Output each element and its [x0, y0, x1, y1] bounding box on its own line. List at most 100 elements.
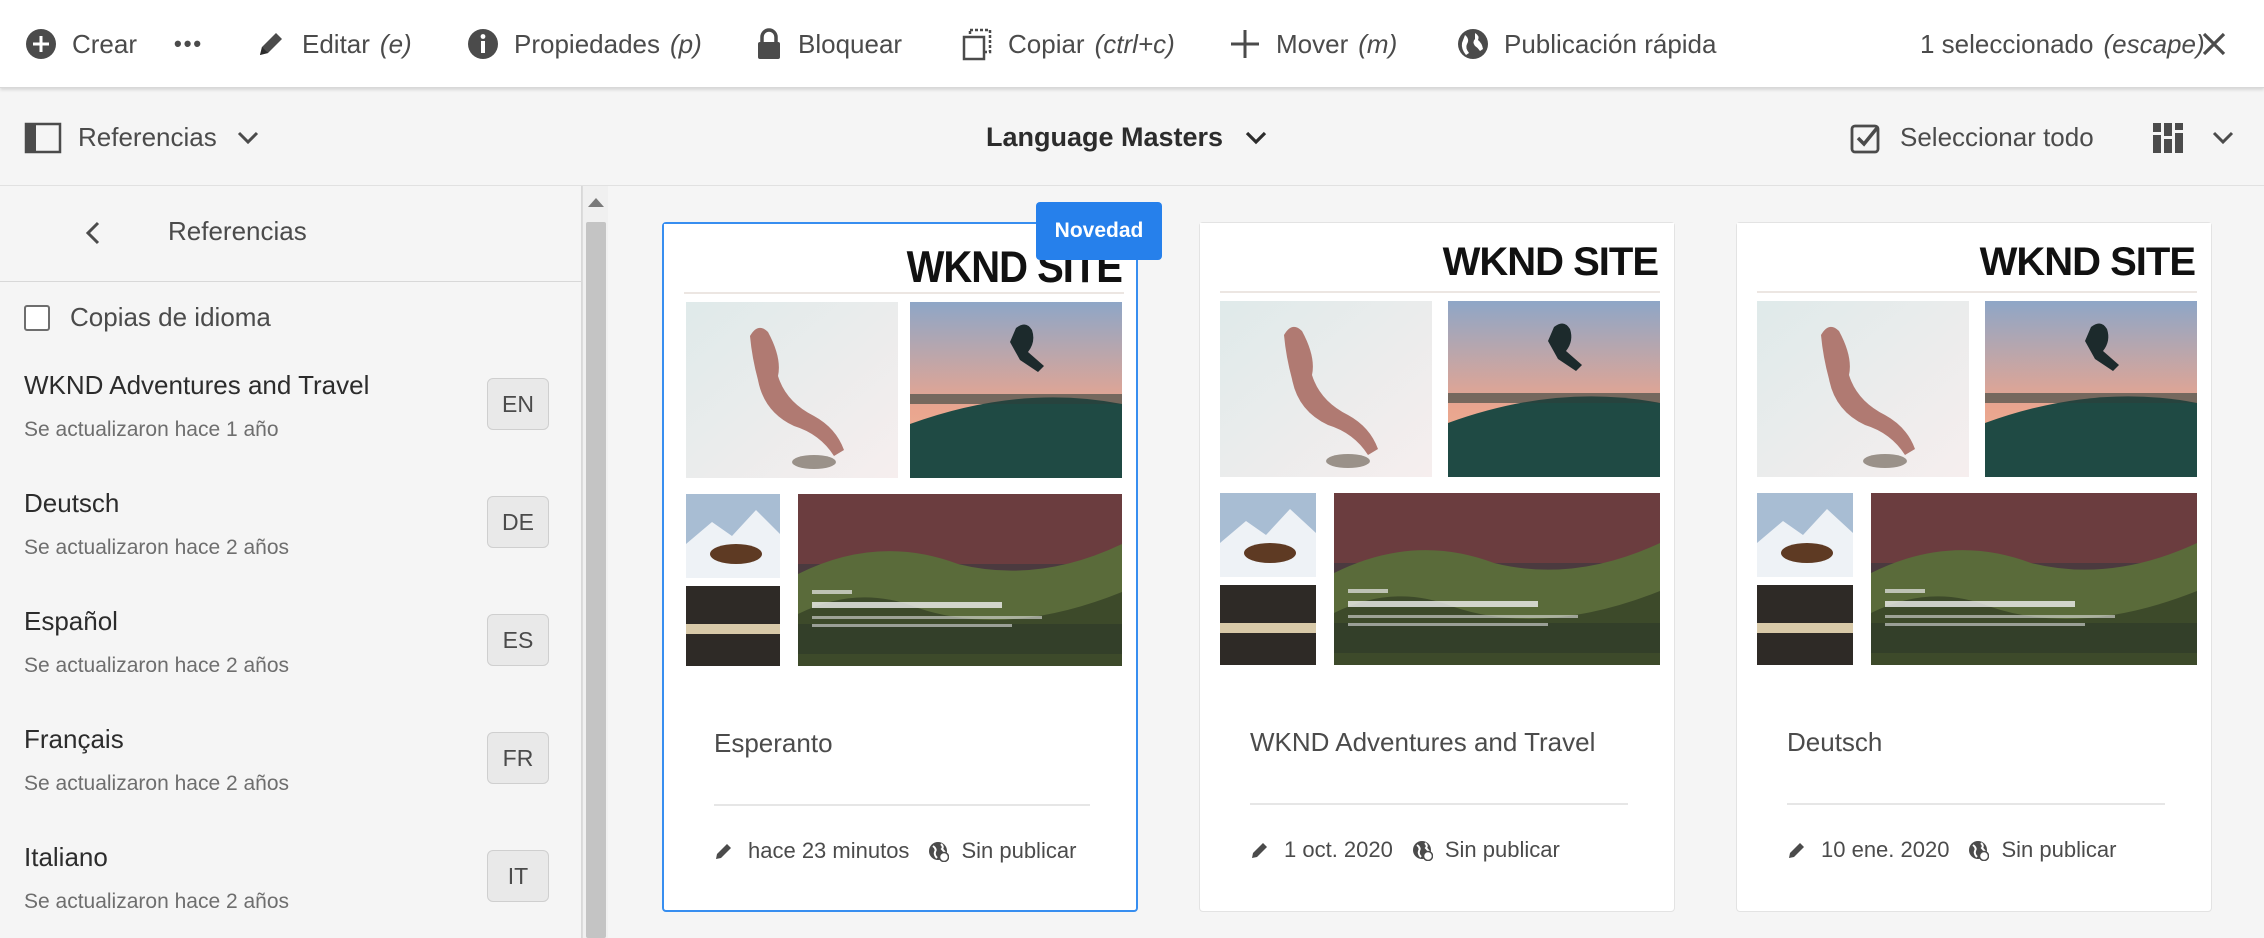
- globe-icon: [1458, 29, 1488, 59]
- list-item[interactable]: Français Se actualizaron hace 2 años FR: [24, 724, 549, 842]
- language-code-badge: IT: [487, 850, 549, 902]
- unpublished-icon: [1969, 841, 1990, 861]
- rail-toggle-label: Referencias: [78, 122, 217, 152]
- lock-icon: [758, 28, 780, 59]
- close-icon: [2202, 32, 2226, 56]
- language-code-badge: FR: [487, 732, 549, 784]
- thumbnail-logo: WKND SITE: [1443, 240, 1659, 284]
- card-view-icon: [2153, 122, 2183, 153]
- page-thumbnail: WKND SITE: [1200, 223, 1674, 683]
- card-meta: hace 23 minutos Sin publicar: [714, 838, 1076, 864]
- rail-back-button[interactable]: [78, 218, 108, 248]
- page-card[interactable]: WKND SITE: [1736, 222, 2212, 912]
- rail-scrollbar[interactable]: [582, 186, 608, 938]
- list-item[interactable]: WKND Adventures and Travel Se actualizar…: [24, 370, 549, 488]
- rail-header: Referencias: [0, 186, 581, 282]
- properties-button[interactable]: Propiedades (p): [466, 0, 702, 88]
- lock-label: Bloquear: [798, 28, 903, 59]
- rail-icon: [24, 122, 62, 153]
- reference-title: Español: [24, 606, 118, 636]
- reference-title: Deutsch: [24, 488, 120, 518]
- card-meta: 1 oct. 2020 Sin publicar: [1250, 837, 1560, 863]
- edit-button[interactable]: Editar (e): [254, 0, 412, 88]
- move-label: Mover: [1276, 28, 1349, 59]
- card-grid: WKND SITE Esperanto hace 23 minutos Sin …: [609, 186, 2264, 938]
- copy-icon: [962, 28, 992, 61]
- unpublished-icon: [929, 842, 950, 862]
- language-code-badge: DE: [487, 496, 549, 548]
- language-code-badge: ES: [487, 614, 549, 666]
- pencil-icon: [260, 33, 282, 55]
- quick-publish-label: Publicación rápida: [1504, 28, 1717, 59]
- language-code-badge: EN: [487, 378, 549, 430]
- action-bar: Crear ••• Editar (e) Propiedades (p) Blo…: [0, 0, 2264, 88]
- list-item[interactable]: Deutsch Se actualizaron hace 2 años DE: [24, 488, 549, 606]
- info-icon: [468, 29, 498, 59]
- card-title: Esperanto: [714, 728, 833, 758]
- selection-status: 1 seleccionado (escape): [1920, 0, 2205, 88]
- create-button[interactable]: Crear: [24, 0, 137, 88]
- publish-status: Sin publicar: [2001, 837, 2117, 862]
- modified-date: hace 23 minutos: [748, 838, 910, 863]
- card-divider: [1250, 803, 1628, 805]
- reference-title: Italiano: [24, 842, 108, 872]
- page-card[interactable]: WKND SITE: [1199, 222, 1675, 912]
- pencil-icon: [1789, 843, 1804, 858]
- reference-updated: Se actualizaron hace 1 año: [24, 418, 279, 441]
- select-all-icon: [1850, 124, 1880, 153]
- chevron-left-icon: [85, 221, 100, 245]
- references-rail: Referencias Copias de idioma WKND Advent…: [0, 186, 582, 938]
- copy-button[interactable]: Copiar (ctrl+c): [960, 0, 1175, 88]
- card-meta: 10 ene. 2020 Sin publicar: [1787, 837, 2116, 863]
- edit-shortcut: (e): [379, 28, 412, 59]
- quick-publish-button[interactable]: Publicación rápida: [1456, 0, 1716, 88]
- edit-label: Editar: [302, 28, 370, 59]
- scroll-up-arrow[interactable]: [588, 198, 604, 207]
- list-item[interactable]: Español Se actualizaron hace 2 años ES: [24, 606, 549, 724]
- rail-toggle[interactable]: Referencias: [24, 89, 259, 186]
- select-all-button[interactable]: Seleccionar todo: [1850, 89, 2094, 186]
- checkbox-box[interactable]: [24, 304, 50, 331]
- properties-shortcut: (p): [670, 28, 702, 59]
- reference-updated: Se actualizaron hace 2 años: [24, 536, 290, 559]
- chevron-down-icon: [1245, 131, 1267, 144]
- page-title: Language Masters: [986, 122, 1224, 152]
- select-all-label: Seleccionar todo: [1900, 122, 2094, 152]
- properties-label: Propiedades: [514, 28, 660, 59]
- secondary-toolbar: Referencias Language Masters Seleccionar…: [0, 89, 2264, 186]
- move-button[interactable]: Mover (m): [1228, 0, 1397, 88]
- thumbnail-logo: WKND SITE: [1980, 240, 2196, 284]
- add-circle-icon: [26, 29, 56, 59]
- scroll-thumb[interactable]: [586, 222, 606, 938]
- clear-selection-button[interactable]: [2200, 0, 2228, 88]
- card-title: Deutsch: [1787, 727, 1883, 757]
- more-icon: •••: [174, 31, 204, 56]
- create-label: Crear: [72, 28, 138, 59]
- reference-updated: Se actualizaron hace 2 años: [24, 772, 290, 795]
- move-icon: [1231, 30, 1259, 58]
- selection-count: 1 seleccionado: [1920, 28, 2094, 59]
- reference-updated: Se actualizaron hace 2 años: [24, 654, 290, 677]
- reference-updated: Se actualizaron hace 2 años: [24, 890, 290, 913]
- modified-date: 10 ene. 2020: [1821, 837, 1950, 862]
- page-thumbnail: WKND SITE: [664, 224, 1136, 684]
- more-button[interactable]: •••: [174, 0, 203, 88]
- chevron-down-icon: [2212, 131, 2234, 144]
- language-copies-checkbox[interactable]: Copias de idioma: [24, 302, 271, 333]
- chevron-down-icon: [237, 131, 258, 144]
- view-switcher[interactable]: [2152, 89, 2234, 186]
- selection-shortcut: (escape): [2103, 28, 2205, 59]
- page-card[interactable]: WKND SITE: [662, 222, 1138, 912]
- list-item[interactable]: Italiano Se actualizaron hace 2 años IT: [24, 842, 549, 938]
- rail-title: Referencias: [168, 216, 307, 246]
- folder-title-dropdown[interactable]: Language Masters: [986, 89, 1267, 186]
- copy-shortcut: (ctrl+c): [1094, 28, 1175, 59]
- card-divider: [714, 804, 1090, 806]
- lock-button[interactable]: Bloquear: [754, 0, 902, 88]
- card-title: WKND Adventures and Travel: [1250, 727, 1596, 757]
- card-divider: [1787, 803, 2165, 805]
- unpublished-icon: [1412, 841, 1433, 861]
- modified-date: 1 oct. 2020: [1284, 837, 1393, 862]
- new-badge: Novedad: [1036, 202, 1162, 260]
- move-shortcut: (m): [1358, 28, 1398, 59]
